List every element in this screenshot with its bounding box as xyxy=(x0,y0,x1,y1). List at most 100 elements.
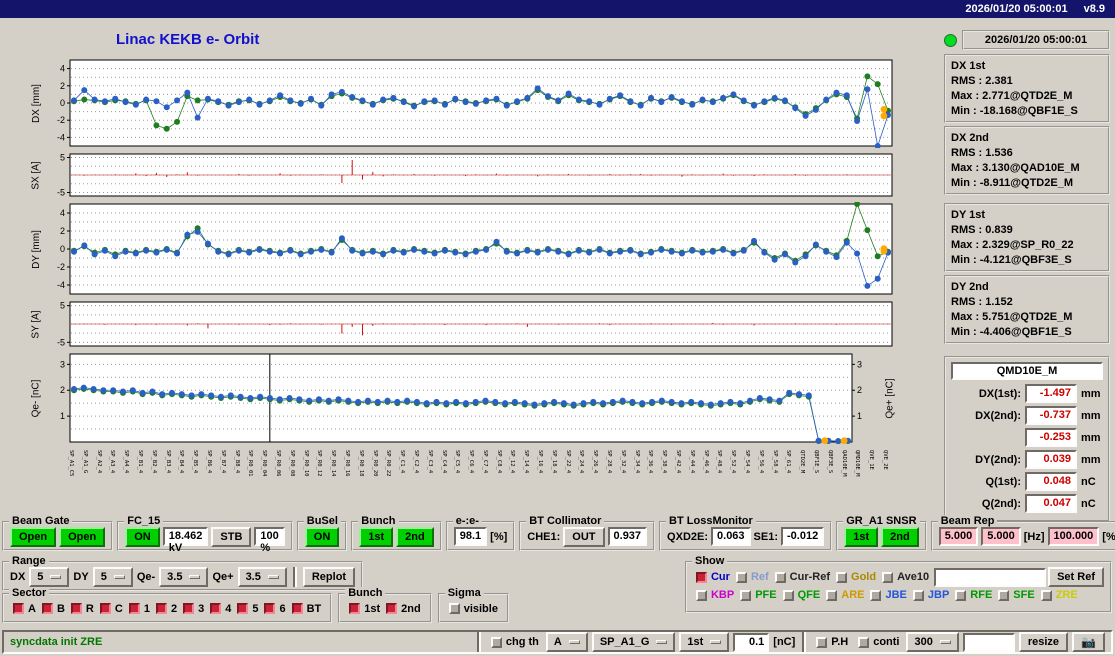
fc15-on-button[interactable]: ON xyxy=(125,526,160,547)
checkbox-bt[interactable]: BT xyxy=(291,603,321,615)
checkbox-indicator xyxy=(774,571,786,583)
bunch-select[interactable]: 1st xyxy=(679,632,730,652)
snsr-1st-button[interactable]: 1st xyxy=(844,526,879,547)
beam-gate-open-button-2[interactable]: Open xyxy=(59,526,106,547)
dx-plot[interactable]: -4 -2 0 2 4 xyxy=(44,58,898,149)
checkbox-sfe[interactable]: SFE xyxy=(998,589,1035,601)
selected-value: 5 xyxy=(100,570,107,583)
monitor-label: SP_16_4 xyxy=(537,450,544,474)
chg-th-checkbox[interactable]: chg th xyxy=(490,636,539,648)
beam-rep-field-2: 5.000 xyxy=(981,527,1021,546)
interval-select[interactable]: 300 xyxy=(906,632,959,652)
checkbox-label: Cur-Ref xyxy=(789,571,831,583)
monitor-row-value: -0.253 xyxy=(1025,428,1077,447)
range-select-dy[interactable]: 5 xyxy=(92,566,133,587)
monitor-label: SP_C4_4 xyxy=(440,450,447,474)
checkbox-label: ZRE xyxy=(1055,589,1078,601)
checkbox-2nd[interactable]: 2nd xyxy=(386,603,421,615)
set-ref-button[interactable]: Set Ref xyxy=(1048,567,1104,587)
checkbox-gold[interactable]: Gold xyxy=(836,571,876,583)
ph-checkbox[interactable]: P.H xyxy=(816,636,848,648)
checkbox-label: 1st xyxy=(364,602,381,615)
q-chart-canvas: 1 2 3 1 2 3 xyxy=(60,353,862,445)
checkbox-label: 3 xyxy=(198,602,205,615)
checkbox-1st[interactable]: 1st xyxy=(349,603,380,615)
checkbox-6[interactable]: 6 xyxy=(264,603,286,615)
monitor-select[interactable]: SP_A1_G xyxy=(591,632,676,652)
stat-rms: RMS : 2.381 xyxy=(951,75,1013,87)
conti-checkbox[interactable]: conti xyxy=(858,636,899,648)
show-checkboxes-row1: Cur Ref Cur-Ref Gold Ave10 xyxy=(693,571,932,583)
monitor-label: SP_B3_4 xyxy=(164,450,171,474)
monitor-label: SP_C8_4 xyxy=(495,450,502,474)
checkbox-rfe[interactable]: RFE xyxy=(955,589,992,601)
monitor-label: SP_14_4 xyxy=(523,450,530,474)
resize-button[interactable]: resize xyxy=(1018,632,1069,652)
group-title: BT Collimator xyxy=(526,515,605,527)
checkbox-cur[interactable]: Cur xyxy=(695,571,730,583)
checkbox-r[interactable]: R xyxy=(70,603,94,615)
sx-chart-canvas: 5 -5 xyxy=(57,153,893,198)
snsr-2nd-button[interactable]: 2nd xyxy=(881,526,919,547)
checkbox-b[interactable]: B xyxy=(41,603,65,615)
bunch-2nd-button[interactable]: 2nd xyxy=(396,526,434,547)
threshold-input[interactable] xyxy=(733,632,770,652)
dy-plot[interactable]: -4 -2 0 2 4 xyxy=(44,201,898,296)
monitor-row-label: Q(2nd): xyxy=(981,497,1021,510)
monitor-label: SP_R0_22 xyxy=(385,450,392,477)
busel-on-button[interactable]: ON xyxy=(304,526,340,547)
range-select-qe[interactable]: 3.5 xyxy=(237,566,287,587)
checkbox-kbp[interactable]: KBP xyxy=(695,589,734,601)
checkbox-qfe[interactable]: QFE xyxy=(782,589,820,601)
group-title: e-:e- xyxy=(452,515,482,527)
svg-text:4: 4 xyxy=(60,64,65,74)
checkbox-pfe[interactable]: PFE xyxy=(740,589,777,601)
checkbox-zre[interactable]: ZRE xyxy=(1040,589,1078,601)
che1-out-button[interactable]: OUT xyxy=(563,526,605,547)
bunch-1st-button[interactable]: 1st xyxy=(359,526,394,547)
range-select-qe[interactable]: 3.5 xyxy=(159,566,209,587)
svg-text:2: 2 xyxy=(60,385,65,395)
monitor-row-unit: nC xyxy=(1081,475,1096,488)
sector-select[interactable]: A xyxy=(545,632,588,652)
checkbox-jbe[interactable]: JBE xyxy=(870,589,907,601)
checkbox-cur-ref[interactable]: Cur-Ref xyxy=(774,571,831,583)
sy-plot[interactable]: 5 -5 xyxy=(44,300,898,348)
ref-name-input[interactable] xyxy=(934,567,1047,587)
monitor-label: SP_58_4 xyxy=(771,450,778,474)
checkbox-label: Cur xyxy=(710,571,730,583)
checkbox-are[interactable]: ARE xyxy=(826,589,864,601)
checkbox-label: JBP xyxy=(927,589,950,601)
monitor-label: SP_C2_4 xyxy=(412,450,419,474)
checkbox-1[interactable]: 1 xyxy=(128,603,150,615)
q-plot[interactable]: 1 2 3 1 2 3 xyxy=(44,352,882,445)
checkbox-ref[interactable]: Ref xyxy=(735,571,769,583)
checkbox-4[interactable]: 4 xyxy=(210,603,231,615)
checkbox-2[interactable]: 2 xyxy=(155,603,177,615)
screenshot-button[interactable]: 📷 xyxy=(1072,632,1105,652)
aux-input[interactable] xyxy=(962,632,1015,652)
percent-label: [%] xyxy=(1102,530,1115,543)
sx-plot[interactable]: 5 -5 xyxy=(44,152,898,198)
checkbox-c[interactable]: C xyxy=(99,603,123,615)
checkbox-visible[interactable]: visible xyxy=(448,603,498,615)
status-row: 2026/01/20 05:00:01 xyxy=(944,30,1110,50)
checkbox-3[interactable]: 3 xyxy=(183,603,204,615)
checkbox-jbp[interactable]: JBP xyxy=(912,589,950,601)
checkbox-indicator xyxy=(836,571,848,583)
checkbox-ave10[interactable]: Ave10 xyxy=(882,571,929,583)
monitor-label: SP_A3_4 xyxy=(109,450,116,474)
camera-icon: 📷 xyxy=(1081,635,1096,649)
monitor-row-value: 0.047 xyxy=(1025,494,1077,513)
beam-gate-open-button-1[interactable]: Open xyxy=(10,526,57,547)
replot-button[interactable]: Replot xyxy=(302,566,356,587)
checkbox-a[interactable]: A xyxy=(13,603,36,615)
monitor-label: SP_12_4 xyxy=(509,450,516,474)
checkbox-5[interactable]: 5 xyxy=(237,603,258,615)
range-select-dx[interactable]: 5 xyxy=(29,566,70,587)
ee-ratio-field: 98.1 xyxy=(453,527,488,546)
group-title: FC_15 xyxy=(124,515,164,527)
checkbox-indicator xyxy=(695,589,707,601)
fc15-stb-button[interactable]: STB xyxy=(211,526,252,547)
checkbox-indicator xyxy=(386,603,398,614)
